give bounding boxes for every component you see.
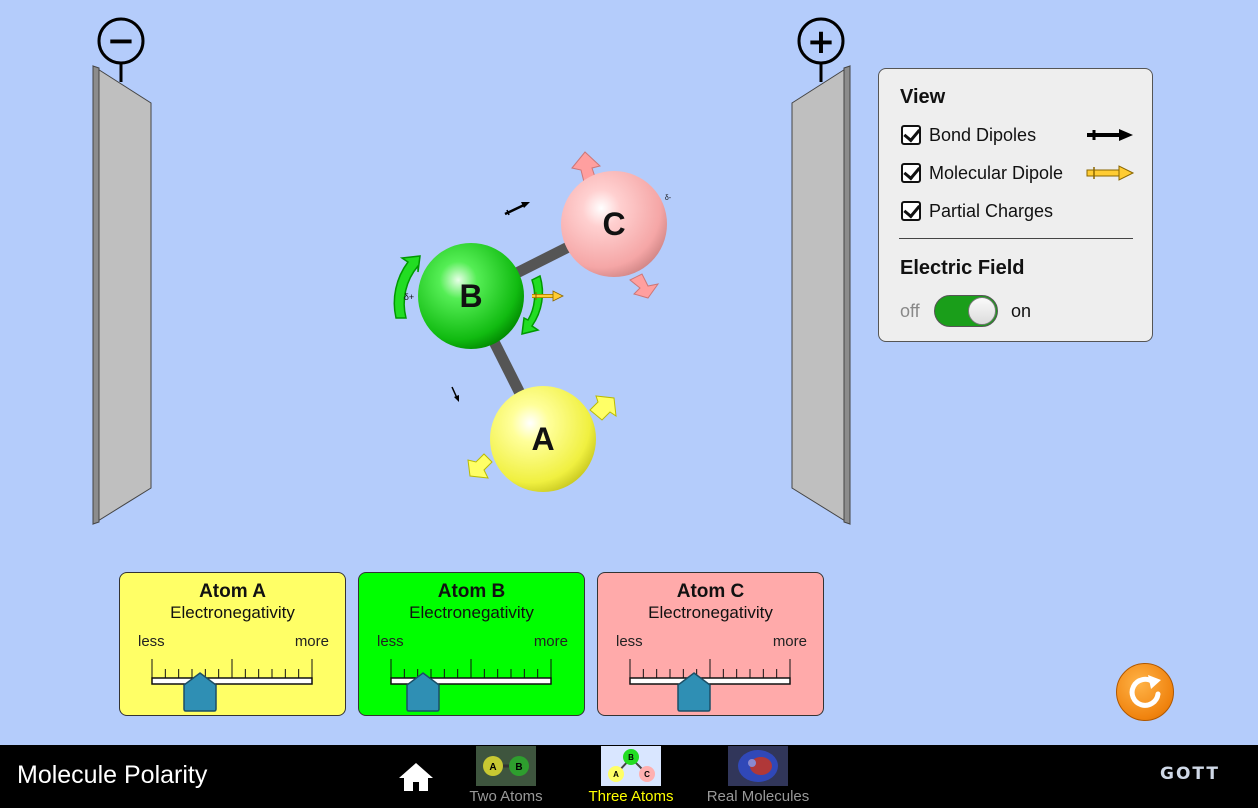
view-heading: View bbox=[900, 86, 946, 108]
partial-charge-c: δ- bbox=[665, 195, 672, 202]
three-atoms-thumbnail: B A C bbox=[601, 746, 661, 786]
brand-logo: GOTT bbox=[1160, 764, 1220, 784]
black-arrow-icon bbox=[1087, 129, 1133, 141]
molecular-dipole-checkbox[interactable] bbox=[901, 163, 921, 183]
three-atoms-thumb-c: C bbox=[644, 770, 650, 779]
field-on-label: on bbox=[1011, 301, 1032, 321]
atom-b-electronegativity-card: Atom B Electronegativity less more bbox=[358, 572, 585, 716]
molecular-dipole-option[interactable]: Molecular Dipole bbox=[901, 160, 1063, 186]
negative-plate bbox=[92, 63, 152, 525]
negative-terminal-icon: − bbox=[97, 17, 145, 65]
slider-track bbox=[629, 677, 791, 685]
bond-dipoles-option[interactable]: Bond Dipoles bbox=[901, 122, 1036, 148]
two-atoms-thumbnail: A B bbox=[476, 746, 536, 786]
yellow-arrow-icon bbox=[1086, 165, 1135, 181]
atom-a-electronegativity-card: Atom A Electronegativity less more bbox=[119, 572, 346, 716]
electronegativity-slider[interactable] bbox=[359, 573, 586, 717]
positive-symbol: + bbox=[807, 22, 836, 62]
view-panel: View Bond Dipoles Molecular Dipole Parti… bbox=[878, 68, 1153, 342]
electric-field-toggle[interactable] bbox=[934, 295, 998, 327]
home-icon[interactable] bbox=[398, 761, 434, 793]
reset-all-button[interactable] bbox=[1116, 663, 1174, 721]
tab-label: Three Atoms bbox=[588, 788, 674, 805]
tab-two-atoms[interactable]: A B Two Atoms bbox=[465, 745, 547, 808]
toggle-knob[interactable] bbox=[968, 297, 996, 325]
bond-dipole-ab-arrow-icon bbox=[451, 386, 459, 402]
tab-label: Real Molecules bbox=[706, 788, 810, 805]
molecular-dipole-label: Molecular Dipole bbox=[929, 162, 1064, 183]
negative-symbol: − bbox=[107, 21, 136, 61]
three-atoms-thumb-a: A bbox=[613, 770, 619, 779]
tab-three-atoms[interactable]: B A C Three Atoms bbox=[585, 745, 677, 808]
atom-b-label: B bbox=[459, 278, 482, 314]
tab-real-molecules[interactable]: Real Molecules bbox=[700, 745, 816, 808]
electric-field-heading: Electric Field bbox=[900, 257, 1025, 279]
field-off-label: off bbox=[900, 301, 920, 321]
atom-c[interactable]: C bbox=[561, 171, 667, 277]
reset-icon bbox=[1129, 675, 1161, 708]
atom-a-label: A bbox=[531, 421, 554, 457]
bond-dipoles-label: Bond Dipoles bbox=[929, 124, 1037, 145]
atom-b[interactable]: B bbox=[418, 243, 524, 349]
positive-plate bbox=[791, 63, 851, 525]
three-atoms-thumb-b: B bbox=[628, 753, 634, 762]
atom-a[interactable]: A bbox=[490, 386, 596, 492]
slider-track bbox=[151, 677, 313, 685]
partial-charges-checkbox[interactable] bbox=[901, 201, 921, 221]
bond-dipoles-checkbox[interactable] bbox=[901, 125, 921, 145]
atom-c-label: C bbox=[602, 206, 625, 242]
tab-label: Two Atoms bbox=[469, 788, 543, 805]
electronegativity-slider[interactable] bbox=[598, 573, 825, 717]
partial-charges-option[interactable]: Partial Charges bbox=[901, 198, 1053, 224]
two-atoms-thumb-b: B bbox=[515, 762, 522, 773]
atom-c-electronegativity-card: Atom C Electronegativity less more bbox=[597, 572, 824, 716]
bond-dipole-bc-arrow-icon bbox=[504, 202, 530, 216]
electronegativity-slider[interactable] bbox=[120, 573, 347, 717]
real-molecules-thumbnail bbox=[728, 746, 788, 786]
panel-divider bbox=[899, 238, 1133, 239]
partial-charges-label: Partial Charges bbox=[929, 200, 1054, 221]
two-atoms-thumb-a: A bbox=[489, 762, 496, 773]
app-title: Molecule Polarity bbox=[17, 761, 208, 789]
positive-terminal-icon: + bbox=[797, 17, 845, 65]
partial-charge-b: δ+ bbox=[404, 292, 414, 302]
navigation-bar: Molecule Polarity A B Two Atoms B A C Th… bbox=[0, 745, 1258, 808]
